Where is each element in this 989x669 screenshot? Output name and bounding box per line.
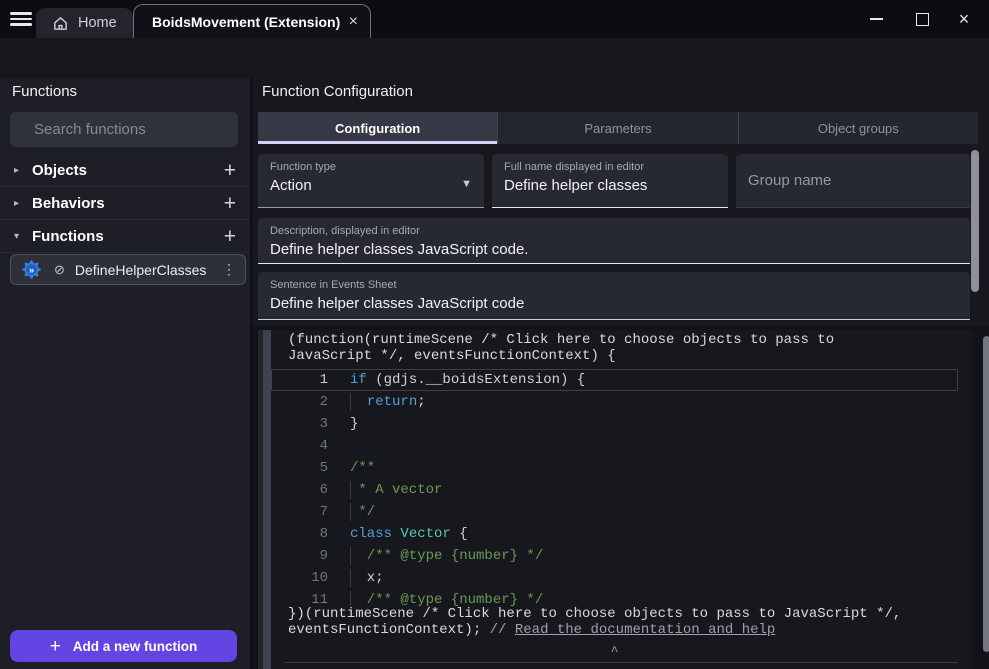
tab-object-groups[interactable]: Object groups	[738, 112, 978, 144]
home-icon	[52, 15, 69, 32]
tab-active-label: BoidsMovement (Extension)	[152, 14, 340, 30]
window-tab-bar: Home BoidsMovement (Extension) × ×	[0, 0, 989, 38]
function-configuration-panel: Function Configuration Configuration Par…	[252, 78, 989, 669]
code-line[interactable]: 7 */	[271, 501, 958, 523]
window-close-button[interactable]: ×	[949, 0, 979, 38]
description-label: Description, displayed in editor	[270, 225, 958, 237]
add-new-function-label: Add a new function	[73, 639, 198, 654]
add-function-button[interactable]: +	[224, 226, 236, 247]
private-function-icon: ⊘	[54, 262, 65, 278]
tab-close-icon[interactable]: ×	[349, 13, 358, 31]
code-header[interactable]: (function(runtimeScene /* Click here to …	[271, 330, 972, 364]
add-object-button[interactable]: +	[224, 160, 236, 181]
window-minimize-button[interactable]	[861, 0, 891, 38]
documentation-link[interactable]: Read the documentation and help	[515, 622, 775, 638]
code-bottom-divider	[284, 662, 958, 663]
tab-configuration[interactable]: Configuration	[258, 112, 497, 144]
sentence-value: Define helper classes JavaScript code	[270, 295, 958, 312]
functions-sidebar: Functions ▸ Objects + ▸ Behaviors + ▾ Fu…	[0, 78, 250, 669]
javascript-code-event[interactable]: (function(runtimeScene /* Click here to …	[258, 330, 972, 669]
group-name-input[interactable]	[736, 154, 970, 207]
tab-parameters[interactable]: Parameters	[497, 112, 737, 144]
configuration-tabs: Configuration Parameters Object groups	[258, 112, 978, 144]
code-line[interactable]: 10 x;	[271, 567, 958, 589]
code-line[interactable]: 4	[271, 435, 958, 457]
function-item-definehelperclasses[interactable]: » ⊘ DefineHelperClasses ⋮	[10, 254, 246, 285]
sentence-field[interactable]: Sentence in Events Sheet Define helper c…	[258, 272, 970, 320]
code-lines[interactable]: 1if (gdjs.__boidsExtension) {2 return;3}…	[271, 369, 972, 606]
function-type-value: Action	[270, 177, 472, 194]
full-name-field[interactable]: Full name displayed in editor Define hel…	[492, 154, 728, 208]
code-line[interactable]: 9 /** @type {number} */	[271, 545, 958, 567]
code-editor[interactable]: (function(runtimeScene /* Click here to …	[271, 330, 972, 669]
code-line[interactable]: 11 /** @type {number} */	[271, 589, 958, 606]
code-line[interactable]: 1if (gdjs.__boidsExtension) {	[271, 369, 958, 391]
plus-icon: +	[50, 637, 61, 656]
code-scrollbar[interactable]	[983, 336, 989, 652]
description-field[interactable]: Description, displayed in editor Define …	[258, 218, 970, 264]
toolbar: Preview Share	[0, 38, 989, 78]
event-drag-handle[interactable]	[263, 330, 271, 669]
function-item-label: DefineHelperClasses	[75, 262, 207, 278]
sentence-label: Sentence in Events Sheet	[270, 279, 958, 291]
hamburger-menu-icon[interactable]	[10, 9, 32, 29]
panel-title: Function Configuration	[262, 83, 413, 100]
gdevelop-window: Home BoidsMovement (Extension) × × Previ…	[0, 0, 989, 669]
sidebar-section-behaviors[interactable]: ▸ Behaviors +	[0, 187, 250, 220]
maximize-icon	[916, 13, 929, 26]
code-line[interactable]: 5/**	[271, 457, 958, 479]
code-line[interactable]: 2 return;	[271, 391, 958, 413]
code-line[interactable]: 6 * A vector	[271, 479, 958, 501]
minimize-icon	[870, 18, 883, 20]
add-behavior-button[interactable]: +	[224, 193, 236, 214]
dropdown-caret-icon: ▼	[461, 178, 472, 190]
chevron-down-icon[interactable]: ▾	[14, 231, 28, 242]
full-name-value: Define helper classes	[504, 177, 716, 194]
svg-text:»: »	[29, 265, 34, 276]
sidebar-title: Functions	[12, 83, 77, 100]
function-type-select[interactable]: Function type Action ▼	[258, 154, 484, 208]
config-scrollbar[interactable]	[971, 150, 979, 292]
function-item-menu-icon[interactable]: ⋮	[222, 261, 236, 278]
chevron-right-icon[interactable]: ▸	[14, 198, 28, 209]
search-functions-input[interactable]	[32, 120, 235, 139]
add-new-function-button[interactable]: + Add a new function	[10, 630, 237, 662]
code-line[interactable]: 8class Vector {	[271, 523, 958, 545]
section-label: Functions	[32, 228, 104, 245]
search-functions-box[interactable]	[10, 112, 238, 147]
sidebar-section-objects[interactable]: ▸ Objects +	[0, 154, 250, 187]
code-footer[interactable]: })(runtimeScene /* Click here to choose …	[271, 606, 972, 638]
section-label: Objects	[32, 162, 87, 179]
function-type-label: Function type	[270, 161, 472, 173]
group-name-field[interactable]	[736, 154, 970, 208]
sidebar-section-functions[interactable]: ▾ Functions +	[0, 220, 250, 253]
function-gear-icon: »	[21, 259, 42, 280]
events-sheet: (function(runtimeScene /* Click here to …	[252, 326, 989, 669]
full-name-label: Full name displayed in editor	[504, 161, 716, 173]
description-value: Define helper classes JavaScript code.	[270, 241, 958, 258]
collapse-caret-icon[interactable]: ^	[271, 644, 958, 659]
tab-home-label: Home	[78, 15, 117, 31]
chevron-right-icon[interactable]: ▸	[14, 165, 28, 176]
code-line[interactable]: 3}	[271, 413, 958, 435]
tab-boidsmovement[interactable]: BoidsMovement (Extension) ×	[133, 4, 371, 38]
window-maximize-button[interactable]	[907, 0, 937, 38]
tab-home[interactable]: Home	[36, 8, 133, 38]
section-label: Behaviors	[32, 195, 105, 212]
